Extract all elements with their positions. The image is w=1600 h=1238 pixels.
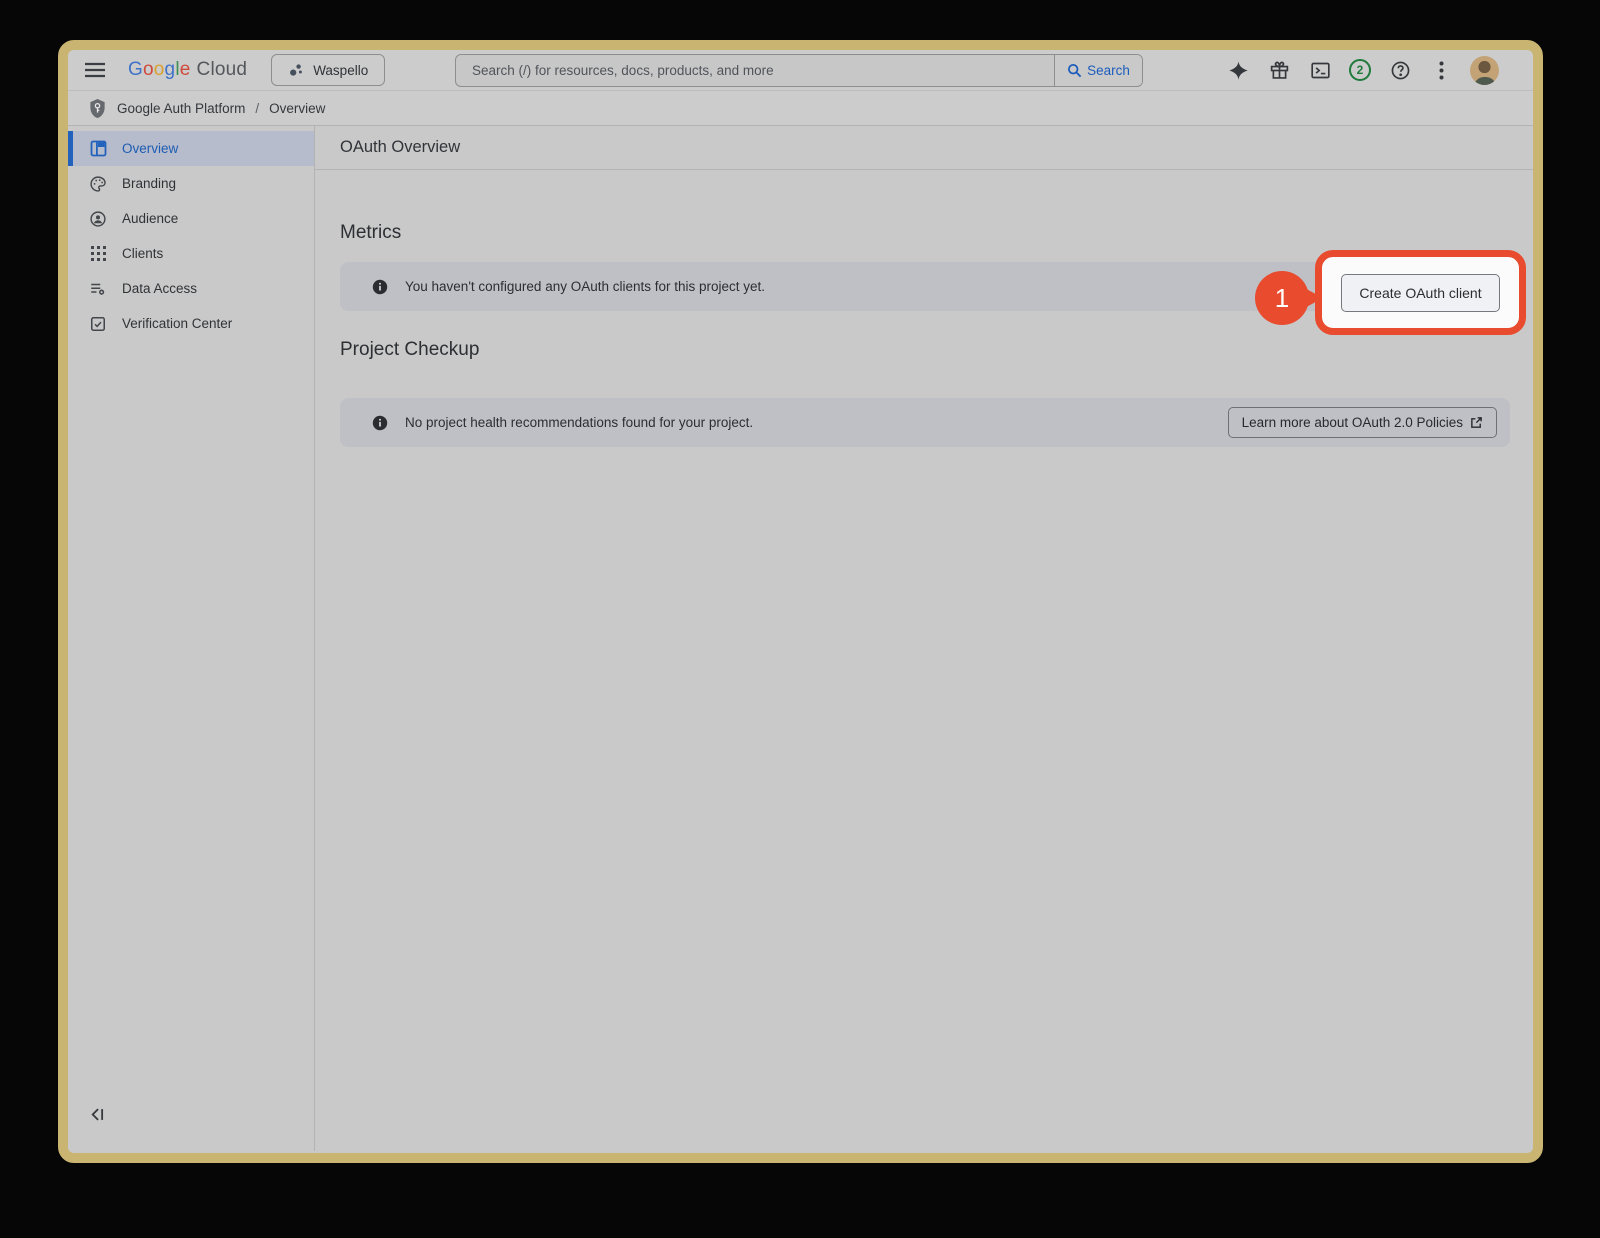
sidebar-item-label: Clients [122, 246, 164, 261]
external-link-icon [1470, 416, 1483, 429]
gemini-sparkle-icon[interactable] [1226, 58, 1250, 82]
search-icon [1067, 63, 1082, 78]
gift-icon[interactable] [1267, 58, 1291, 82]
page-title: OAuth Overview [340, 138, 461, 156]
notifications-badge[interactable]: 2 [1349, 59, 1371, 81]
sidebar-item-data-access[interactable]: Data Access [68, 271, 314, 306]
overview-icon [89, 140, 107, 158]
breadcrumb-page[interactable]: Overview [269, 101, 325, 116]
checkbox-icon [89, 315, 107, 333]
info-icon [372, 279, 388, 295]
project-selector-icon [288, 62, 304, 78]
annotation-step-badge: 1 [1255, 271, 1323, 325]
global-search: Search [455, 54, 1143, 87]
more-vert-icon[interactable] [1429, 58, 1453, 82]
annotation-highlight-box: Create OAuth client [1315, 250, 1526, 335]
search-button-label: Search [1087, 63, 1130, 78]
auth-platform-shield-icon [88, 98, 107, 119]
search-input[interactable] [456, 55, 1054, 86]
metrics-heading: Metrics [340, 222, 402, 243]
sidebar-item-clients[interactable]: Clients [68, 236, 314, 271]
breadcrumb: Google Auth Platform / Overview [68, 90, 1533, 126]
cloud-shell-icon[interactable] [1308, 58, 1332, 82]
google-cloud-logo[interactable]: Google Cloud [128, 59, 247, 81]
cloud-wordmark: Cloud [196, 59, 248, 80]
main-content: OAuth Overview Metrics You haven't confi… [315, 126, 1533, 1151]
sidebar-item-verification-center[interactable]: Verification Center [68, 306, 314, 341]
sidebar-item-label: Audience [122, 211, 179, 226]
checkup-heading: Project Checkup [340, 339, 480, 360]
learn-more-label: Learn more about OAuth 2.0 Policies [1241, 415, 1463, 430]
search-button[interactable]: Search [1054, 55, 1142, 86]
learn-more-button[interactable]: Learn more about OAuth 2.0 Policies [1227, 407, 1497, 438]
account-avatar[interactable] [1470, 55, 1499, 85]
sidebar-item-overview[interactable]: Overview [68, 131, 314, 166]
sidebar-item-audience[interactable]: Audience [68, 201, 314, 236]
sidebar-item-label: Verification Center [122, 316, 233, 331]
checkup-info-bar: No project health recommendations found … [340, 398, 1510, 447]
hamburger-menu-icon[interactable] [82, 57, 108, 83]
breadcrumb-separator: / [255, 100, 260, 116]
list-settings-icon [89, 280, 107, 298]
metrics-info-text: You haven't configured any OAuth clients… [405, 279, 766, 294]
sidebar-item-label: Branding [122, 176, 177, 191]
collapse-sidebar-icon[interactable] [90, 1107, 110, 1123]
sidebar-item-branding[interactable]: Branding [68, 166, 314, 201]
palette-icon [89, 175, 107, 193]
browser-window: Google Cloud Waspello Search (/) for res… [58, 40, 1543, 1163]
page-header: OAuth Overview [315, 126, 1533, 170]
sidebar-item-label: Data Access [122, 281, 198, 296]
sidebar: Overview Branding Audience Clients Data … [68, 126, 315, 1151]
sidebar-item-label: Overview [122, 141, 179, 156]
google-wordmark: Google [128, 59, 191, 80]
info-icon [372, 415, 388, 431]
person-icon [89, 210, 107, 228]
project-selector[interactable]: Waspello [271, 54, 386, 86]
top-app-bar: Google Cloud Waspello Search (/) for res… [68, 50, 1533, 90]
help-icon[interactable] [1388, 58, 1412, 82]
checkup-info-text: No project health recommendations found … [405, 415, 754, 430]
project-selector-label: Waspello [313, 62, 369, 78]
apps-grid-icon [89, 245, 107, 263]
create-oauth-client-button[interactable]: Create OAuth client [1341, 273, 1500, 312]
breadcrumb-section[interactable]: Google Auth Platform [117, 101, 245, 116]
